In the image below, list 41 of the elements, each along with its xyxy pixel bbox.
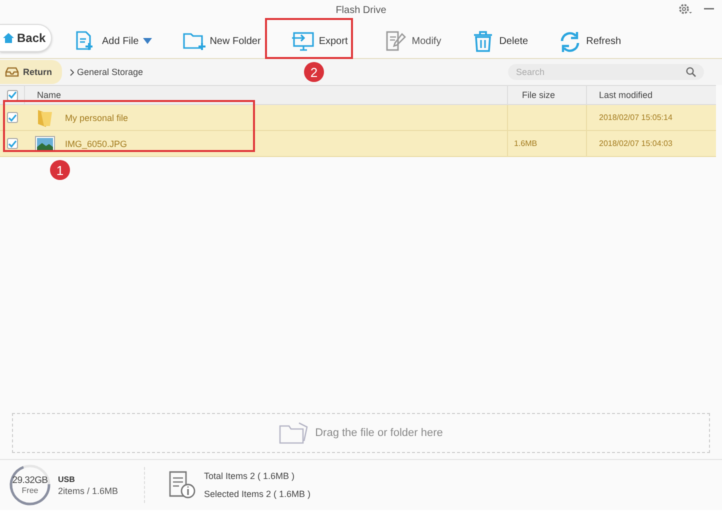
return-button[interactable]: Return bbox=[0, 60, 62, 84]
folder-icon bbox=[35, 108, 55, 128]
column-header[interactable]: Name bbox=[37, 90, 62, 100]
document-info-icon bbox=[168, 471, 196, 499]
toolbar-button[interactable]: New Folder bbox=[182, 26, 261, 56]
selected-items: Selected Items 2 ( 1.6MB ) bbox=[204, 489, 311, 499]
column-header[interactable]: File size bbox=[522, 90, 556, 100]
toolbar-button[interactable]: Delete bbox=[471, 26, 528, 56]
chevron-icon bbox=[70, 68, 74, 76]
search-field[interactable]: Search bbox=[508, 64, 704, 80]
file-name: My personal file bbox=[65, 112, 128, 122]
modified-date: 2018/02/07 15:04:03 bbox=[599, 139, 672, 148]
free-label: Free bbox=[22, 486, 38, 495]
device-name: USB bbox=[58, 474, 76, 484]
modified-date: 2018/02/07 15:05:14 bbox=[599, 113, 672, 122]
checkbox[interactable] bbox=[6, 90, 18, 100]
checkbox[interactable] bbox=[7, 138, 18, 149]
toolbar-button[interactable]: Export bbox=[290, 26, 348, 56]
file-name: IMG_6050.JPG bbox=[65, 138, 128, 148]
window-title: Flash Drive bbox=[336, 4, 386, 16]
column-header[interactable]: Last modified bbox=[599, 90, 653, 100]
caret-icon bbox=[142, 38, 152, 44]
settings-icon[interactable] bbox=[678, 3, 692, 15]
folder-plus-icon bbox=[182, 30, 206, 52]
total-items: Total Items 2 ( 1.6MB ) bbox=[204, 471, 296, 481]
home-icon bbox=[3, 33, 14, 43]
file-size: 1.6MB bbox=[514, 139, 538, 148]
breadcrumb-item[interactable]: General Storage bbox=[77, 67, 144, 77]
tray-icon bbox=[5, 67, 19, 77]
image-thumbnail-icon bbox=[35, 136, 55, 152]
export-icon bbox=[290, 30, 315, 52]
checkbox[interactable] bbox=[7, 112, 18, 123]
toolbar-button[interactable]: Refresh bbox=[558, 26, 622, 56]
toolbar-button[interactable]: Add File bbox=[74, 26, 152, 56]
back-button[interactable]: Back bbox=[0, 24, 52, 52]
minimize-icon[interactable] bbox=[704, 8, 714, 10]
device-summary: 2items / 1.6MB bbox=[58, 486, 120, 496]
folder-icon bbox=[279, 422, 310, 444]
edit-icon bbox=[384, 30, 408, 52]
search-icon[interactable] bbox=[686, 67, 696, 77]
free-space: 29.32GB bbox=[12, 475, 48, 486]
